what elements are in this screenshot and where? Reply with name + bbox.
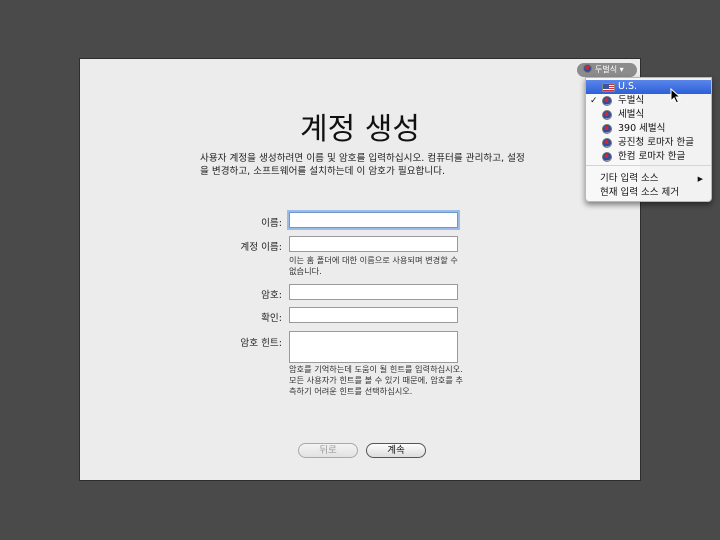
password-field[interactable] (289, 284, 458, 300)
menu-item-sebeolsik[interactable]: 세벌식 (586, 108, 711, 122)
menu-item-label: 현재 입력 소스 제거 (600, 187, 679, 198)
checkmark-icon: ✓ (590, 96, 598, 106)
name-label: 이름: (261, 218, 282, 229)
back-button[interactable]: 뒤로 (298, 443, 358, 458)
name-field[interactable] (289, 212, 458, 228)
kr-flag-icon (583, 64, 592, 73)
kr-flag-icon (602, 96, 612, 106)
input-source-menu: U.S. ✓ 두벌식 세벌식 390 세벌식 공진청 로마자 한글 한컴 로마자… (585, 77, 712, 202)
account-name-field[interactable] (289, 236, 458, 252)
page-title: 계정 생성 (300, 112, 420, 147)
kr-flag-icon (602, 124, 612, 134)
menu-item-label: 기타 입력 소스 (600, 173, 659, 184)
menu-separator (586, 165, 711, 166)
page-description: 사용자 계정을 생성하려면 이름 및 암호를 입력하십시오. 컴퓨터를 관리하고… (200, 153, 525, 177)
kr-flag-icon (602, 110, 612, 120)
menu-item-other-input-sources[interactable]: 기타 입력 소스 ▶ (586, 172, 711, 186)
menu-item-dubeolsik[interactable]: ✓ 두벌식 (586, 94, 711, 108)
menu-item-390-sebeolsik[interactable]: 390 세벌식 (586, 122, 711, 136)
menu-item-label: 세벌식 (618, 109, 645, 120)
menu-item-label: 공진청 로마자 한글 (618, 137, 694, 148)
verify-password-field[interactable] (289, 307, 458, 323)
menu-item-label: U.S. (618, 81, 638, 92)
setup-window: 계정 생성 사용자 계정을 생성하려면 이름 및 암호를 입력하십시오. 컴퓨터… (79, 58, 641, 481)
menu-item-label: 한컴 로마자 한글 (618, 151, 686, 162)
menu-item-hancom-romaja[interactable]: 한컴 로마자 한글 (586, 150, 711, 164)
account-name-label: 계정 이름: (240, 242, 282, 253)
menu-item-label: 두벌식 (618, 95, 645, 106)
password-hint-field[interactable] (289, 331, 458, 363)
password-hint-note: 암호를 기억하는데 도움이 될 힌트를 입력하십시오. 모든 사용자가 힌트를 … (289, 364, 464, 396)
menu-item-remove-input-source[interactable]: 현재 입력 소스 제거 (586, 186, 711, 200)
verify-label: 확인: (261, 313, 282, 324)
account-name-note: 이는 홈 폴더에 대한 이름으로 사용되며 변경할 수 없습니다. (289, 255, 458, 276)
menu-item-gongjincheong-romaja[interactable]: 공진청 로마자 한글 (586, 136, 711, 150)
menu-item-us[interactable]: U.S. (586, 80, 711, 94)
input-source-menu-button[interactable]: 두벌식 ▾ (577, 63, 637, 77)
password-label: 암호: (261, 290, 282, 301)
kr-flag-icon (602, 138, 612, 148)
input-source-current-label: 두벌식 ▾ (595, 65, 624, 74)
kr-flag-icon (602, 152, 612, 162)
mouse-pointer-icon (670, 88, 682, 104)
menu-item-label: 390 세벌식 (618, 123, 666, 134)
continue-button[interactable]: 계속 (366, 443, 426, 458)
password-hint-label: 암호 힌트: (240, 338, 282, 349)
submenu-arrow-icon: ▶ (697, 175, 703, 183)
us-flag-icon (602, 83, 615, 92)
